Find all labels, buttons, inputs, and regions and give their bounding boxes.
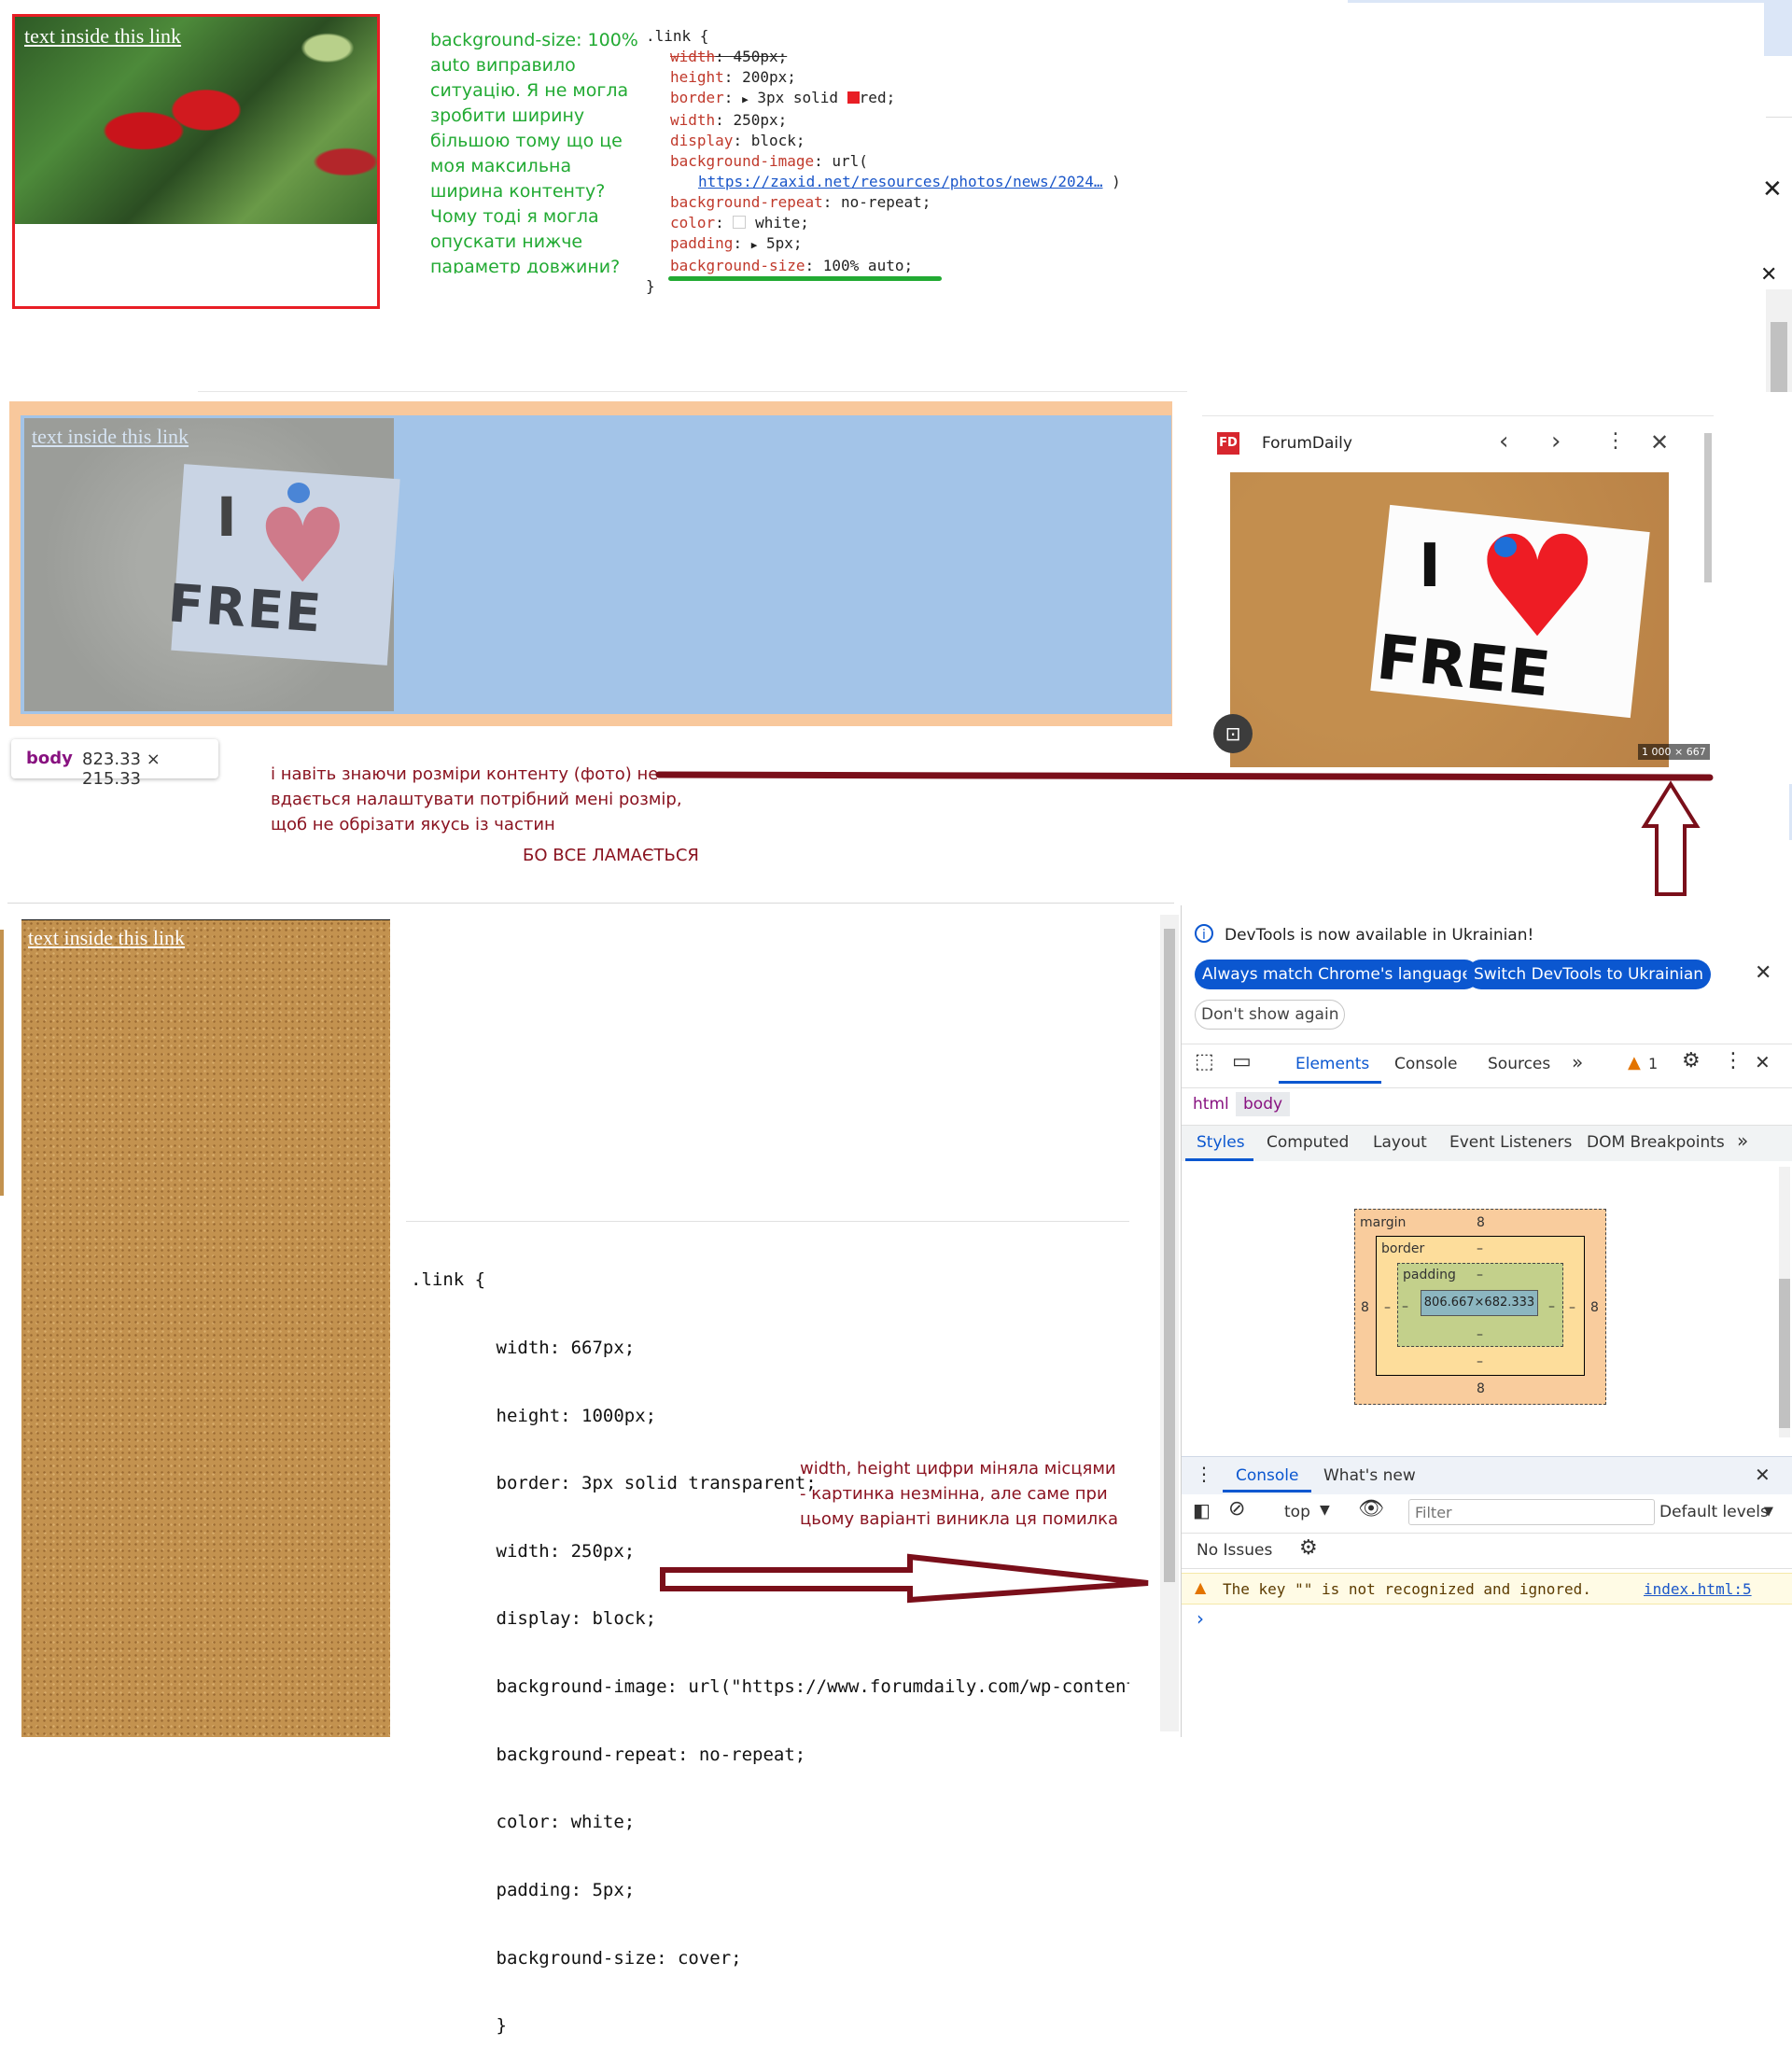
box-model-margin[interactable]: margin 8 8 8 8 border – – – – padding – … — [1354, 1209, 1606, 1405]
box-value: 8 — [1361, 1300, 1369, 1315]
up-arrow-annotation — [1641, 780, 1701, 896]
tab-console[interactable]: Console — [1394, 1055, 1458, 1073]
warning-icon: ▲ — [1195, 1578, 1207, 1596]
box-value: – — [1477, 1268, 1483, 1282]
box-value: 8 — [1477, 1215, 1485, 1230]
context-selector[interactable]: top — [1284, 1503, 1310, 1521]
close-drawer-icon[interactable]: ✕ — [1755, 1464, 1771, 1486]
box-model-content[interactable]: 806.667×682.333 — [1421, 1290, 1538, 1316]
box-value: – — [1477, 1354, 1483, 1369]
code-line: padding: 5px; — [411, 1879, 636, 1900]
code-line: background-size: cover; — [411, 1947, 742, 1969]
code-line: } — [411, 2015, 507, 2037]
warning-icon[interactable]: ▲ — [1628, 1053, 1641, 1072]
box-label: padding — [1403, 1268, 1456, 1282]
warning-count[interactable]: 1 — [1648, 1055, 1658, 1072]
horizontal-line-annotation — [655, 771, 1714, 781]
subtab-event-listeners[interactable]: Event Listeners — [1449, 1133, 1572, 1152]
close-devtools-icon[interactable]: ✕ — [1755, 1051, 1771, 1073]
box-model-border[interactable]: border – – – – padding – – – – 806.667×6… — [1376, 1236, 1585, 1376]
divider — [7, 903, 1174, 904]
drawer-tab-console[interactable]: Console — [1236, 1466, 1299, 1485]
subtab-styles[interactable]: Styles — [1197, 1133, 1245, 1152]
warning-message: The key "" is not recognized and ignored… — [1223, 1580, 1591, 1598]
note-line: width, height цифри міняла місцями — [800, 1459, 1116, 1478]
code-line: background-repeat: no-repeat; — [411, 1744, 806, 1765]
always-match-language-button[interactable]: Always match Chrome's language — [1195, 960, 1479, 989]
code-line: .link { — [411, 1269, 486, 1291]
divider — [1182, 1568, 1792, 1569]
divider — [1182, 1087, 1792, 1088]
breadcrumb-body[interactable]: body — [1236, 1092, 1291, 1116]
scrollbar-thumb[interactable] — [1779, 1279, 1790, 1428]
dropdown-arrow-icon[interactable]: ▼ — [1764, 1505, 1773, 1519]
subtab-dom-breakpoints[interactable]: DOM Breakpoints — [1587, 1133, 1725, 1152]
subtab-layout[interactable]: Layout — [1373, 1133, 1427, 1152]
drawer-menu-icon[interactable]: ⋮ — [1195, 1463, 1213, 1485]
divider — [1182, 1533, 1792, 1534]
device-toolbar-icon[interactable]: ▭ — [1232, 1050, 1252, 1073]
left-image-sliver — [0, 930, 4, 1196]
log-levels-dropdown[interactable]: Default levels — [1659, 1503, 1769, 1521]
code-line: color: white; — [411, 1812, 636, 1833]
more-subtabs-icon[interactable]: » — [1737, 1129, 1748, 1152]
code-line: width: 250px; — [411, 1540, 636, 1562]
dont-show-again-button[interactable]: Don't show again — [1195, 1000, 1346, 1030]
css-code-block: .link { width: 667px; height: 1000px; bo… — [411, 1224, 1129, 2060]
box-value: – — [1402, 1299, 1408, 1314]
language-notice: DevTools is now available in Ukrainian! — [1225, 926, 1534, 945]
divider — [406, 1221, 1129, 1222]
active-tab-indicator — [1279, 1081, 1381, 1084]
inspect-element-icon[interactable]: ⬚ — [1195, 1050, 1214, 1073]
breadcrumb-html[interactable]: html — [1193, 1095, 1229, 1114]
active-subtab-indicator — [1185, 1158, 1253, 1161]
box-value: – — [1477, 1241, 1483, 1256]
dropdown-arrow-icon[interactable]: ▼ — [1320, 1503, 1330, 1518]
box-value: 8 — [1590, 1300, 1599, 1315]
tab-elements[interactable]: Elements — [1295, 1055, 1369, 1073]
page-scrollbar[interactable] — [1160, 915, 1179, 1731]
styles-scrollbar[interactable] — [1779, 1167, 1790, 1437]
box-value: – — [1548, 1299, 1555, 1314]
scrollbar-thumb[interactable] — [1164, 929, 1175, 1582]
sidebar-toggle-icon[interactable]: ◧ — [1193, 1499, 1211, 1521]
issues-settings-icon[interactable]: ⚙ — [1299, 1536, 1318, 1560]
clear-console-icon[interactable]: ⊘ — [1228, 1497, 1245, 1520]
close-icon[interactable]: ✕ — [1755, 961, 1771, 985]
note-line: - картинка незмінна, але саме при — [800, 1484, 1108, 1504]
issues-status[interactable]: No Issues — [1197, 1541, 1272, 1560]
code-line: width: 667px; — [411, 1338, 636, 1359]
active-drawer-indicator — [1223, 1490, 1311, 1492]
link-text[interactable]: text inside this link — [28, 926, 185, 950]
box-model-padding[interactable]: padding – – – – 806.667×682.333 — [1397, 1263, 1563, 1347]
drawer-tab-whats-new[interactable]: What's new — [1323, 1466, 1416, 1485]
subtab-computed[interactable]: Computed — [1267, 1133, 1349, 1152]
box-label: border — [1381, 1241, 1425, 1256]
box-value: – — [1384, 1300, 1391, 1315]
console-filter-input[interactable] — [1408, 1499, 1655, 1525]
code-line: height: 1000px; — [411, 1405, 657, 1426]
settings-gear-icon[interactable]: ⚙ — [1682, 1049, 1701, 1072]
box-value: 8 — [1477, 1381, 1485, 1396]
box-label: margin — [1360, 1215, 1407, 1230]
console-prompt[interactable]: › — [1197, 1607, 1204, 1630]
eye-icon[interactable]: 👁 — [1358, 1497, 1384, 1520]
code-line: background-image: url("https://www.forum… — [411, 1676, 1130, 1698]
warning-source-link[interactable]: index.html:5 — [1644, 1580, 1752, 1598]
box-value: – — [1569, 1300, 1575, 1315]
tab-sources[interactable]: Sources — [1488, 1055, 1550, 1073]
devtools-panel: i DevTools is now available in Ukrainian… — [1181, 905, 1792, 1737]
info-icon: i — [1195, 924, 1213, 943]
box-value: – — [1477, 1327, 1483, 1342]
more-vert-icon[interactable]: ⋮ — [1723, 1049, 1743, 1072]
switch-to-ukrainian-button[interactable]: Switch DevTools to Ukrainian — [1466, 960, 1712, 989]
more-tabs-icon[interactable]: » — [1572, 1051, 1583, 1073]
code-line: display: block; — [411, 1608, 657, 1630]
note-line: цьому варіанті виникла ця помилка — [800, 1509, 1119, 1529]
cork-background-link[interactable] — [21, 920, 390, 1737]
red-note-bottom: width, height цифри міняла місцями - кар… — [800, 1456, 1136, 1532]
